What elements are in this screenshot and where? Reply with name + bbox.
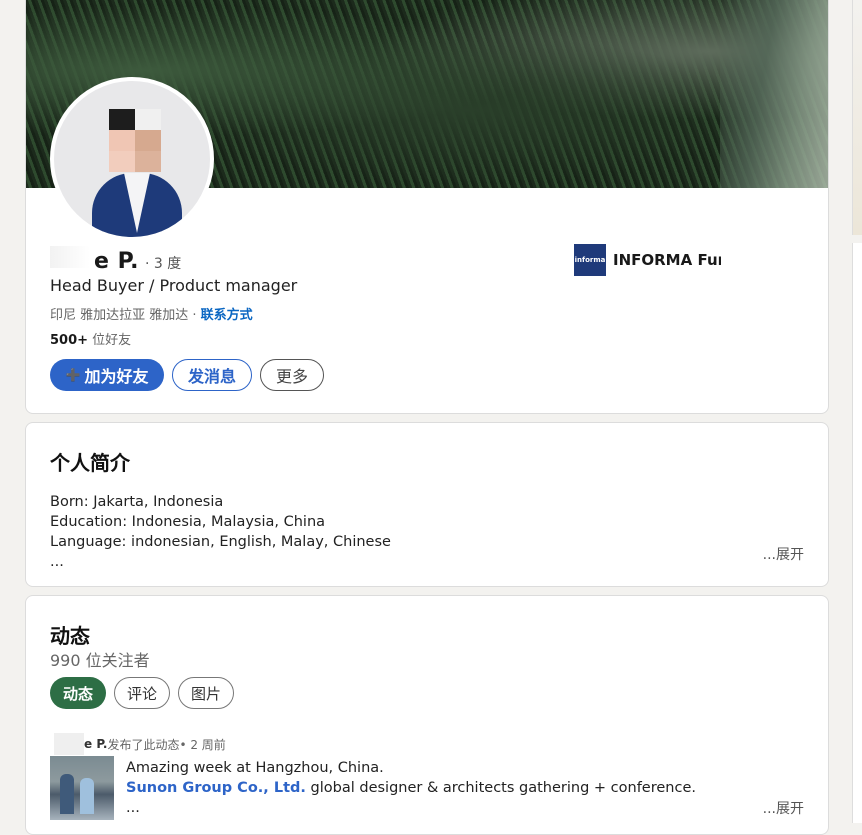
about-line: Born: Jakarta, Indonesia <box>50 494 224 510</box>
tab-posts[interactable]: 动态 <box>50 677 106 709</box>
person-add-icon: ➕ <box>65 368 81 382</box>
post-line: Sunon Group Co., Ltd. global designer & … <box>126 778 696 798</box>
thumb-person <box>60 774 74 814</box>
profile-location: 印尼 雅加达拉亚 雅加达 · 联系方式 <box>50 304 253 323</box>
name-row: e P. · 3 度 <box>50 246 181 274</box>
about-title: 个人简介 <box>50 451 130 475</box>
post-author[interactable]: e P. <box>84 737 107 751</box>
post-line-rest: global designer & architects gathering +… <box>305 780 696 796</box>
post-thumbnail[interactable] <box>50 756 114 820</box>
thumb-person <box>80 778 94 814</box>
right-rail-top <box>852 0 862 235</box>
current-company[interactable]: informa INFORMA Furn <box>574 244 721 276</box>
activity-title: 动态 <box>50 624 90 648</box>
contact-info-link[interactable]: 联系方式 <box>201 308 253 323</box>
connections-number: 500+ <box>50 333 89 348</box>
about-line: Language: indonesian, English, Malay, Ch… <box>50 534 391 550</box>
activity-card: 动态 990 位关注者 动态 评论 图片 e P. 发布了此动态• 2 周前 A… <box>25 595 829 835</box>
tab-images[interactable]: 图片 <box>178 677 234 709</box>
post-company-link[interactable]: Sunon Group Co., Ltd. <box>126 780 306 796</box>
followers-count: 990 位关注者 <box>50 651 150 670</box>
connections-count: 500+ 位好友 <box>50 329 131 348</box>
add-friend-button[interactable]: ➕ 加为好友 <box>50 359 164 391</box>
post-line: Amazing week at Hangzhou, China. <box>126 760 384 776</box>
tab-comments[interactable]: 评论 <box>114 677 170 709</box>
location-text: 印尼 雅加达拉亚 雅加达 · <box>50 308 201 323</box>
about-expand-link[interactable]: ...展开 <box>763 544 804 564</box>
company-logo: informa <box>574 244 606 276</box>
about-card: 个人简介 Born: Jakarta, Indonesia Education:… <box>25 422 829 587</box>
post-expand-link[interactable]: ...展开 <box>763 798 804 818</box>
avatar[interactable] <box>50 77 214 241</box>
more-button[interactable]: 更多 <box>260 359 324 391</box>
connection-degree: · 3 度 <box>145 256 182 272</box>
author-redaction <box>54 733 84 755</box>
post-meta: e P. 发布了此动态• 2 周前 <box>54 733 226 755</box>
about-line: Education: Indonesia, Malaysia, China <box>50 514 326 530</box>
post-ellipsis: ... <box>126 800 140 816</box>
profile-headline: Head Buyer / Product manager <box>50 276 298 295</box>
right-rail-card <box>852 243 862 823</box>
add-friend-label: 加为好友 <box>84 367 149 386</box>
about-text: Born: Jakarta, Indonesia Education: Indo… <box>50 492 391 572</box>
post-time: 发布了此动态• 2 周前 <box>107 737 226 752</box>
message-button[interactable]: 发消息 <box>172 359 252 391</box>
profile-card: e P. · 3 度 Head Buyer / Product manager … <box>25 0 829 414</box>
profile-name: e P. <box>94 249 140 274</box>
cover-rock <box>720 0 828 188</box>
connections-label: 位好友 <box>88 333 132 348</box>
avatar-pixelated-face <box>109 109 161 173</box>
post-body[interactable]: Amazing week at Hangzhou, China. Sunon G… <box>126 758 696 818</box>
name-redaction <box>50 246 90 268</box>
about-line: ... <box>50 554 64 570</box>
company-name: INFORMA Furn <box>613 251 721 269</box>
